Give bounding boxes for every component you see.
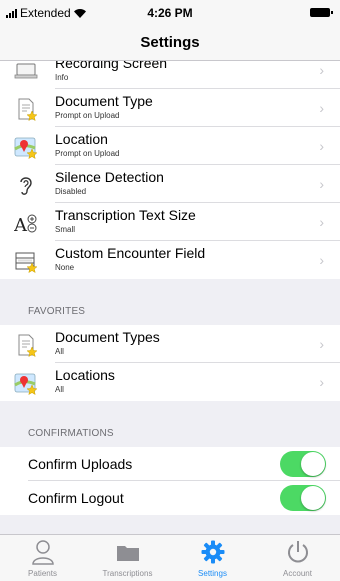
battery-icon bbox=[310, 8, 333, 17]
setting-title: Transcription Text Size bbox=[55, 207, 196, 223]
settings-group: Recording Screen Info › Document Type Pr… bbox=[0, 61, 340, 279]
tab-label: Account bbox=[283, 569, 312, 578]
chevron-right-icon: › bbox=[319, 100, 324, 116]
setting-subtitle: Prompt on Upload bbox=[55, 111, 120, 120]
chevron-right-icon: › bbox=[319, 252, 324, 268]
map-pin-icon bbox=[14, 373, 38, 395]
tab-account[interactable]: Account bbox=[255, 535, 340, 581]
confirm-uploads-row: Confirm Uploads bbox=[0, 447, 340, 481]
setting-title: Location bbox=[55, 131, 108, 147]
section-header-label: FAVORITES bbox=[28, 306, 86, 317]
document-star-icon bbox=[18, 98, 38, 121]
form-field-icon bbox=[15, 252, 38, 273]
gear-icon bbox=[201, 540, 224, 564]
confirm-uploads-label: Confirm Uploads bbox=[28, 456, 133, 472]
device-icon bbox=[14, 63, 38, 79]
nav-bar: Settings bbox=[0, 26, 340, 61]
toggle-knob bbox=[301, 486, 325, 510]
setting-subtitle: Info bbox=[55, 73, 69, 82]
document-star-icon bbox=[18, 334, 38, 357]
setting-subtitle: None bbox=[55, 263, 75, 272]
text-size-icon: A bbox=[14, 214, 37, 235]
map-pin-icon bbox=[14, 137, 38, 159]
status-time: 4:26 PM bbox=[147, 6, 193, 20]
favorite-title: Locations bbox=[55, 367, 115, 383]
setting-row-location[interactable]: Location Prompt on Upload › bbox=[0, 127, 340, 165]
chevron-right-icon: › bbox=[319, 176, 324, 192]
setting-title: Silence Detection bbox=[55, 169, 164, 185]
confirm-logout-row: Confirm Logout bbox=[0, 481, 340, 515]
setting-subtitle: Disabled bbox=[55, 187, 87, 196]
ear-icon bbox=[20, 177, 32, 195]
setting-subtitle: Prompt on Upload bbox=[55, 149, 120, 158]
tab-bar: Patients Transcriptions Settings Account bbox=[0, 534, 340, 581]
favorite-row-document-types[interactable]: Document Types All › bbox=[0, 325, 340, 363]
status-bar: Extended 4:26 PM bbox=[0, 0, 340, 26]
favorites-group: Document Types All › Locations All › bbox=[0, 325, 340, 401]
tab-settings[interactable]: Settings bbox=[170, 535, 255, 581]
page-title: Settings bbox=[140, 34, 200, 51]
power-icon bbox=[287, 541, 308, 563]
tab-label: Settings bbox=[198, 569, 227, 578]
setting-title: Custom Encounter Field bbox=[55, 245, 206, 261]
section-header-label: CONFIRMATIONS bbox=[28, 428, 114, 439]
setting-row-document-type[interactable]: Document Type Prompt on Upload › bbox=[0, 89, 340, 127]
chevron-right-icon: › bbox=[319, 62, 324, 78]
chevron-right-icon: › bbox=[319, 138, 324, 154]
confirm-logout-toggle[interactable] bbox=[280, 485, 326, 511]
favorite-row-locations[interactable]: Locations All › bbox=[0, 363, 340, 401]
favorite-subtitle: All bbox=[55, 385, 64, 394]
favorite-subtitle: All bbox=[55, 347, 64, 356]
tab-label: Transcriptions bbox=[102, 569, 153, 578]
tab-transcriptions[interactable]: Transcriptions bbox=[85, 535, 170, 581]
toggle-knob bbox=[301, 452, 325, 476]
setting-row-custom-encounter-field[interactable]: Custom Encounter Field None › bbox=[0, 241, 340, 279]
tab-label: Patients bbox=[28, 569, 57, 578]
svg-text:A: A bbox=[14, 215, 28, 235]
setting-title: Document Type bbox=[55, 93, 153, 109]
section-header-favorites: FAVORITES bbox=[0, 279, 340, 325]
tab-patients[interactable]: Patients bbox=[0, 535, 85, 581]
setting-row-recording-screen[interactable]: Recording Screen Info › bbox=[0, 61, 340, 89]
chevron-right-icon: › bbox=[319, 336, 324, 352]
chevron-right-icon: › bbox=[319, 374, 324, 390]
person-icon bbox=[31, 540, 54, 565]
confirmations-group: Confirm Uploads Confirm Logout bbox=[0, 447, 340, 515]
settings-list[interactable]: Recording Screen Info › Document Type Pr… bbox=[0, 61, 340, 535]
chevron-right-icon: › bbox=[319, 214, 324, 230]
setting-subtitle: Small bbox=[55, 225, 76, 234]
confirm-uploads-toggle[interactable] bbox=[280, 451, 326, 477]
setting-title: Recording Screen bbox=[55, 61, 168, 71]
favorite-title: Document Types bbox=[55, 329, 160, 345]
folder-icon bbox=[116, 546, 139, 561]
setting-row-text-size[interactable]: A Transcription Text Size Small › bbox=[0, 203, 340, 241]
setting-row-silence-detection[interactable]: Silence Detection Disabled › bbox=[0, 165, 340, 203]
section-header-confirmations: CONFIRMATIONS bbox=[0, 401, 340, 447]
confirm-logout-label: Confirm Logout bbox=[28, 490, 124, 506]
